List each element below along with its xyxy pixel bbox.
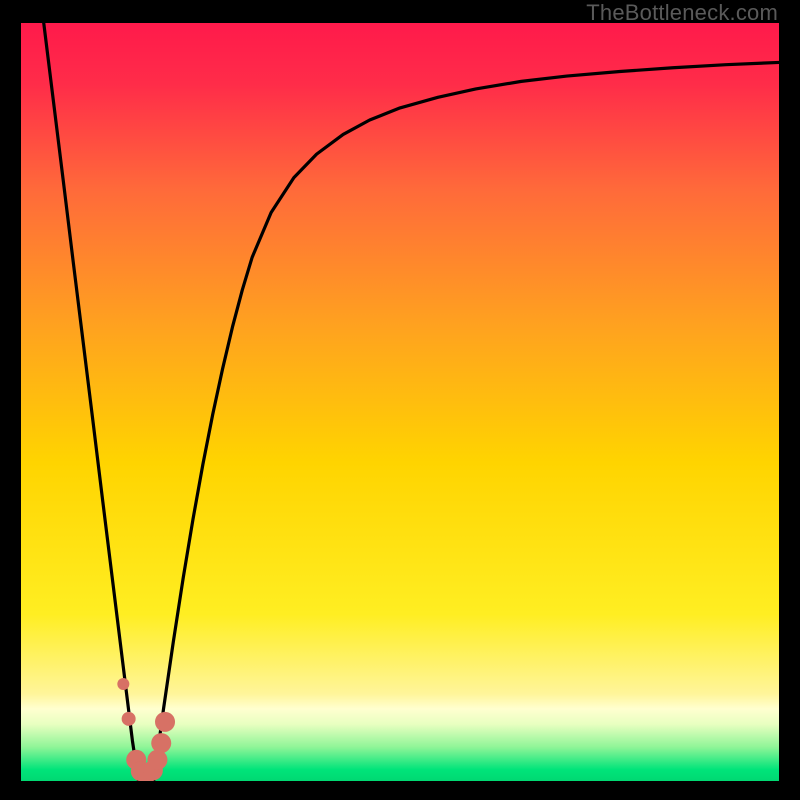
data-marker-0 (117, 678, 129, 690)
data-marker-8 (155, 712, 175, 732)
chart-frame: TheBottleneck.com (0, 0, 800, 800)
data-marker-1 (122, 712, 136, 726)
plot-area (21, 23, 779, 781)
data-marker-6 (147, 750, 167, 770)
data-marker-7 (151, 733, 171, 753)
bottleneck-chart (21, 23, 779, 781)
gradient-background (21, 23, 779, 781)
